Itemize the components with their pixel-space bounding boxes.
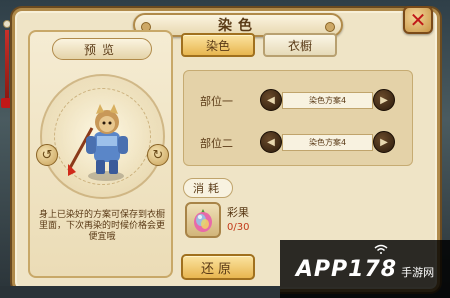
tab-wardrobe[interactable]: 衣橱 bbox=[263, 33, 337, 57]
close-icon: ✕ bbox=[409, 8, 427, 32]
item-slot[interactable] bbox=[185, 202, 221, 238]
watermark-text: APP178 bbox=[295, 256, 398, 282]
part-label: 部位二 bbox=[200, 137, 233, 150]
prev-arrow-icon[interactable]: ◀ bbox=[260, 131, 282, 153]
rotate-right-icon[interactable]: ↻ bbox=[147, 144, 169, 166]
signal-icon bbox=[374, 244, 388, 254]
watermark-sub: 手游网 bbox=[401, 266, 435, 279]
next-arrow-icon[interactable]: ▶ bbox=[373, 89, 395, 111]
character-model[interactable] bbox=[66, 98, 136, 183]
close-button[interactable]: ✕ bbox=[403, 6, 433, 34]
window-title: 染色 bbox=[218, 18, 258, 34]
next-arrow-icon[interactable]: ▶ bbox=[373, 131, 395, 153]
preview-note: 身上已染好的方案可保存到衣橱里面，下次再染的时候价格会更便宜哦 bbox=[38, 210, 165, 242]
watermark: APP178 手游网 bbox=[280, 240, 450, 298]
restore-button[interactable]: 还原 bbox=[181, 254, 255, 280]
scheme-value: 染色方案4 bbox=[282, 134, 373, 151]
part-row-2: 部位二 ◀ 染色方案4 ▶ bbox=[184, 129, 414, 155]
item-name: 彩果 bbox=[227, 206, 249, 219]
title-ornament-right bbox=[325, 22, 335, 32]
rainbow-fruit-icon bbox=[194, 209, 212, 232]
rotate-left-icon[interactable]: ↺ bbox=[36, 144, 58, 166]
tab-dye[interactable]: 染色 bbox=[181, 33, 255, 57]
part-label: 部位一 bbox=[200, 95, 233, 108]
background-bottom bbox=[0, 286, 280, 298]
scheme-value: 染色方案4 bbox=[282, 92, 373, 109]
dye-parts-box: 部位一 ◀ 染色方案4 ▶ 部位二 ◀ 染色方案4 ▶ bbox=[183, 70, 413, 166]
preview-panel: 预览 ↺ ↻ 身上已染好的方案可保存到衣橱里面，下次再染的时候价格会更便宜哦 bbox=[28, 30, 173, 278]
prev-arrow-icon[interactable]: ◀ bbox=[260, 89, 282, 111]
part-row-1: 部位一 ◀ 染色方案4 ▶ bbox=[184, 87, 414, 113]
item-count: 0/30 bbox=[227, 222, 250, 233]
consume-label: 消耗 bbox=[183, 178, 233, 198]
preview-label: 预览 bbox=[52, 38, 152, 60]
